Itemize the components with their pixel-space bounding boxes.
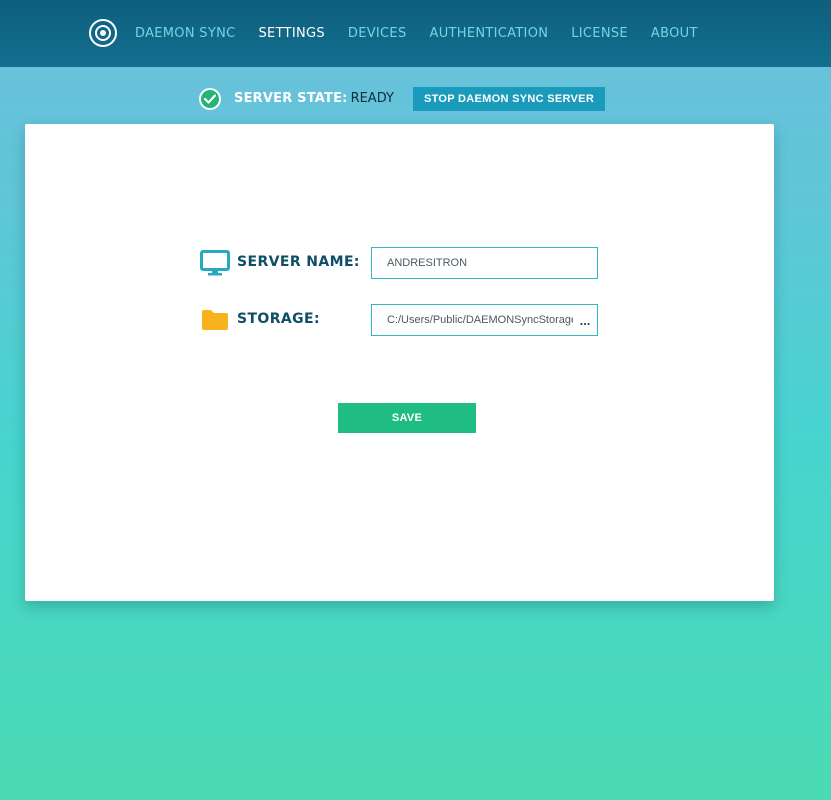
top-nav-bar: DAEMON SYNC SETTINGS DEVICES AUTHENTICAT… xyxy=(0,0,831,67)
settings-card: SERVER NAME: ANDRESITRON STORAGE: C:/Use… xyxy=(25,124,774,601)
server-status-bar: SERVER STATE: READY STOP DAEMON SYNC SER… xyxy=(199,86,606,111)
stop-server-button[interactable]: STOP DAEMON SYNC SERVER xyxy=(412,86,606,111)
main-nav: DAEMON SYNC SETTINGS DEVICES AUTHENTICAT… xyxy=(135,0,721,67)
server-name-label: SERVER NAME: xyxy=(237,254,360,270)
server-name-input[interactable]: ANDRESITRON xyxy=(371,247,598,279)
nav-item-daemon-sync[interactable]: DAEMON SYNC xyxy=(135,26,236,41)
browse-button[interactable]: ... xyxy=(573,313,597,328)
storage-path-input[interactable]: C:/Users/Public/DAEMONSyncStorage ... xyxy=(371,304,598,336)
server-state-label: SERVER STATE: xyxy=(234,91,348,106)
nav-item-authentication[interactable]: AUTHENTICATION xyxy=(430,26,549,41)
check-circle-icon xyxy=(199,87,221,110)
nav-item-about[interactable]: ABOUT xyxy=(651,26,698,41)
server-state-value: READY xyxy=(350,91,394,106)
storage-path-value: C:/Users/Public/DAEMONSyncStorage xyxy=(387,314,573,326)
daemon-sync-logo-icon[interactable] xyxy=(89,19,117,47)
save-button[interactable]: SAVE xyxy=(338,403,476,433)
nav-item-devices[interactable]: DEVICES xyxy=(348,26,407,41)
nav-item-license[interactable]: LICENSE xyxy=(571,26,628,41)
folder-icon xyxy=(202,310,228,330)
server-name-value: ANDRESITRON xyxy=(387,257,468,269)
storage-label: STORAGE: xyxy=(237,311,321,327)
monitor-icon xyxy=(200,250,230,276)
nav-item-settings[interactable]: SETTINGS xyxy=(259,26,325,41)
